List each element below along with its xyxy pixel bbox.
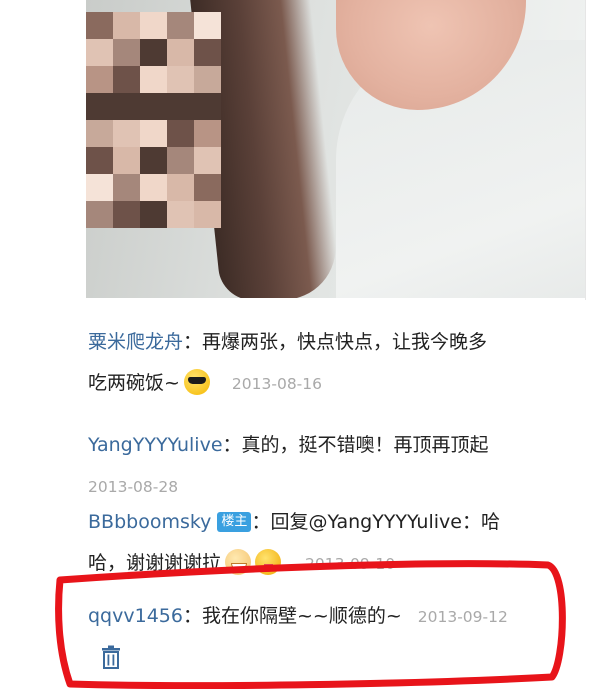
comment-2: YangYYYYulive：真的，挺不错噢！再顶再顶起 2013-08-28: [88, 425, 566, 508]
mosaic-pixel: [194, 93, 221, 120]
trash-icon[interactable]: [100, 645, 122, 669]
mosaic-pixel: [113, 120, 140, 147]
comment-text: 我在你隔壁~~顺德的~: [201, 605, 402, 627]
mosaic-pixel: [86, 120, 113, 147]
tongue-emoji: [255, 549, 282, 575]
comment-username[interactable]: 粟米爬龙舟: [88, 331, 183, 353]
mosaic-pixel: [140, 93, 167, 120]
mosaic-pixel: [113, 39, 140, 66]
sunglasses-emoji: [183, 369, 210, 395]
comment-username[interactable]: qqvv1456: [88, 605, 183, 627]
post-photo[interactable]: [86, 0, 586, 298]
comment-text: 再爆两张，快点快点，让我今晚多: [202, 331, 488, 353]
comment-4: qqvv1456：我在你隔壁~~顺德的~ 2013-09-12: [88, 596, 566, 638]
mosaic-pixel: [167, 147, 194, 174]
mosaic-pixel: [194, 66, 221, 93]
mosaic-pixel: [140, 174, 167, 201]
comment-date: 2013-09-10: [305, 555, 396, 573]
comment-separator: ：: [183, 331, 203, 353]
mosaic-pixel: [140, 12, 167, 39]
mosaic-pixel: [140, 147, 167, 174]
mosaic-pixel: [86, 12, 113, 39]
comment-date: 2013-08-28: [88, 478, 179, 496]
mosaic-pixel: [140, 39, 167, 66]
comment-username[interactable]: YangYYYYulive: [88, 434, 223, 456]
mosaic-pixel: [167, 201, 194, 228]
comment-username[interactable]: BBbboomsky: [88, 511, 211, 533]
mosaic-pixel: [167, 66, 194, 93]
grin-emoji: [225, 549, 252, 575]
mosaic-pixel: [194, 39, 221, 66]
mosaic-pixel: [167, 93, 194, 120]
mosaic-pixel: [113, 12, 140, 39]
mosaic-pixel: [113, 147, 140, 174]
mosaic-pixel: [194, 201, 221, 228]
comment-text: 真的，挺不错噢！再顶再顶起: [241, 434, 489, 456]
mosaic-pixel: [86, 93, 113, 120]
mosaic-pixel: [194, 12, 221, 39]
comment-text-cont: 哈，谢谢谢谢拉: [88, 552, 222, 574]
comment-separator: ：: [222, 434, 242, 456]
mosaic-pixel: [167, 174, 194, 201]
owner-badge: 楼主: [217, 512, 252, 532]
comment-1: 粟米爬龙舟：再爆两张，快点快点，让我今晚多 吃两碗饭~ 2013-08-16: [88, 322, 566, 405]
mosaic-pixel: [140, 201, 167, 228]
mosaic-pixel: [140, 120, 167, 147]
comment-date: 2013-09-12: [417, 608, 508, 626]
comment-separator: ：: [182, 605, 202, 627]
mosaic-pixel: [113, 174, 140, 201]
mosaic-pixel: [86, 147, 113, 174]
mosaic-pixel: [140, 66, 167, 93]
mosaic-pixel: [113, 66, 140, 93]
mosaic-pixel: [194, 174, 221, 201]
comment-date: 2013-08-16: [231, 375, 323, 393]
mosaic-pixel: [86, 39, 113, 66]
comment-separator: ：: [251, 511, 271, 533]
mosaic-pixel: [86, 201, 113, 228]
comment-text: 回复@YangYYYYulive：哈: [270, 511, 500, 533]
mosaic-pixel: [167, 12, 194, 39]
mosaic-pixel: [167, 120, 194, 147]
mosaic-pixel: [167, 39, 194, 66]
comment-3: BBbboomsky 楼主 ：回复@YangYYYYulive：哈 哈，谢谢谢谢拉 2…: [88, 502, 566, 585]
mosaic-pixel: [86, 174, 113, 201]
mosaic-pixel: [113, 93, 140, 120]
mosaic-pixel: [86, 66, 113, 93]
mosaic-pixel: [194, 147, 221, 174]
mosaic-pixel: [194, 120, 221, 147]
comment-text-cont: 吃两碗饭~: [88, 372, 180, 394]
mosaic-pixel: [113, 201, 140, 228]
